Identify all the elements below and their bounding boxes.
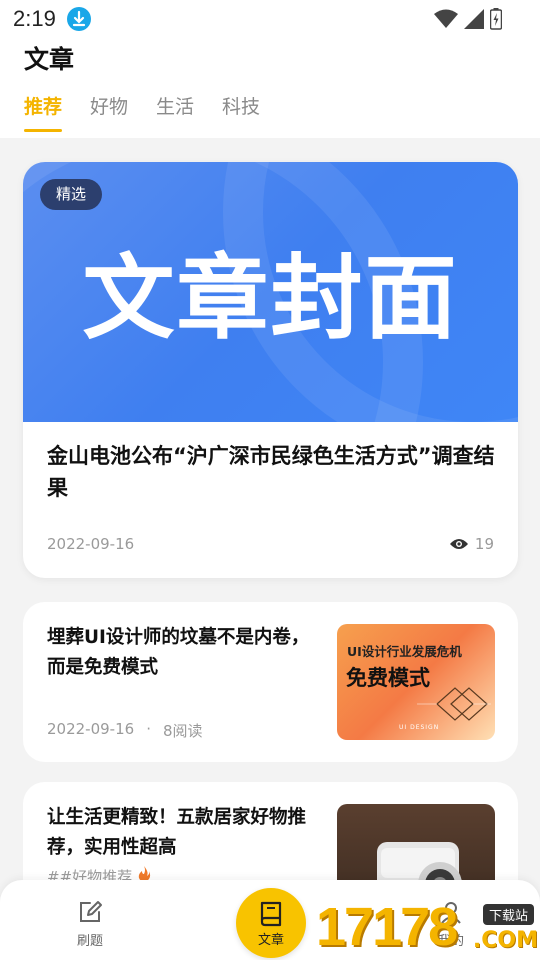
- article-meta: 2022-09-16 · 8阅读: [47, 720, 203, 741]
- edit-icon: [80, 901, 102, 922]
- article-thumbnail: UI设计行业发展危机 免费模式 UI DESIGN: [337, 624, 495, 740]
- cover-text: 文章封面: [82, 245, 459, 352]
- book-icon: [260, 901, 282, 927]
- page-title: 文章: [24, 45, 75, 74]
- watermark-suffix: .COM: [472, 928, 538, 953]
- thumbnail-caption: UI设计行业发展危机: [347, 644, 462, 659]
- watermark-tag: 下载站: [482, 904, 534, 925]
- battery-icon: [490, 8, 502, 30]
- status-bar: 2:19: [0, 0, 540, 36]
- tab-recommended[interactable]: 推荐: [24, 92, 63, 132]
- tab-life[interactable]: 生活: [156, 92, 194, 129]
- thumbnail-footer: UI DESIGN: [399, 724, 440, 731]
- tab-tech[interactable]: 科技: [222, 92, 260, 129]
- article-date: 2022-09-16: [47, 720, 135, 738]
- meta-separator: ·: [146, 720, 151, 738]
- article-title: 埋葬UI设计师的坟墓不是内卷，而是免费模式: [47, 627, 310, 678]
- article-card[interactable]: 埋葬UI设计师的坟墓不是内卷，而是免费模式 2022-09-16 · 8阅读 U…: [23, 602, 518, 762]
- read-count: 8阅读: [162, 722, 203, 740]
- site-watermark-logo: 17178 下载站 .COM: [316, 896, 540, 960]
- status-time: 2:19: [13, 6, 56, 31]
- tab-articles-label: 文章: [257, 933, 284, 948]
- featured-badge: 精选: [40, 179, 103, 210]
- diamond-graphic: [417, 687, 491, 721]
- article-cover-image: 文章封面 精选: [23, 162, 518, 422]
- view-count-value: 19: [474, 535, 494, 553]
- featured-article-card[interactable]: 文章封面 精选 金山电池公布“沪广深市民绿色生活方式”调查结果 2022-09-…: [23, 162, 518, 578]
- tab-practice[interactable]: 刷题: [60, 898, 120, 949]
- header: 文章 推荐 好物 生活 科技: [0, 36, 540, 138]
- tab-articles[interactable]: 文章: [236, 888, 306, 958]
- tab-goods[interactable]: 好物: [90, 92, 128, 129]
- category-tabs: 推荐 好物 生活 科技: [24, 92, 260, 132]
- tab-practice-label: 刷题: [76, 934, 103, 949]
- view-count: 19: [449, 535, 494, 553]
- signal-icon: [464, 9, 484, 29]
- article-date: 2022-09-16: [47, 535, 135, 553]
- download-icon: [67, 7, 91, 31]
- article-title: 让生活更精致！五款居家好物推荐，实用性超高: [47, 807, 307, 858]
- watermark-digits: 17178: [316, 897, 458, 957]
- status-icons: [434, 8, 502, 30]
- wifi-icon: [434, 9, 458, 28]
- article-title: 金山电池公布“沪广深市民绿色生活方式”调查结果: [47, 444, 495, 500]
- eye-icon: [449, 539, 468, 549]
